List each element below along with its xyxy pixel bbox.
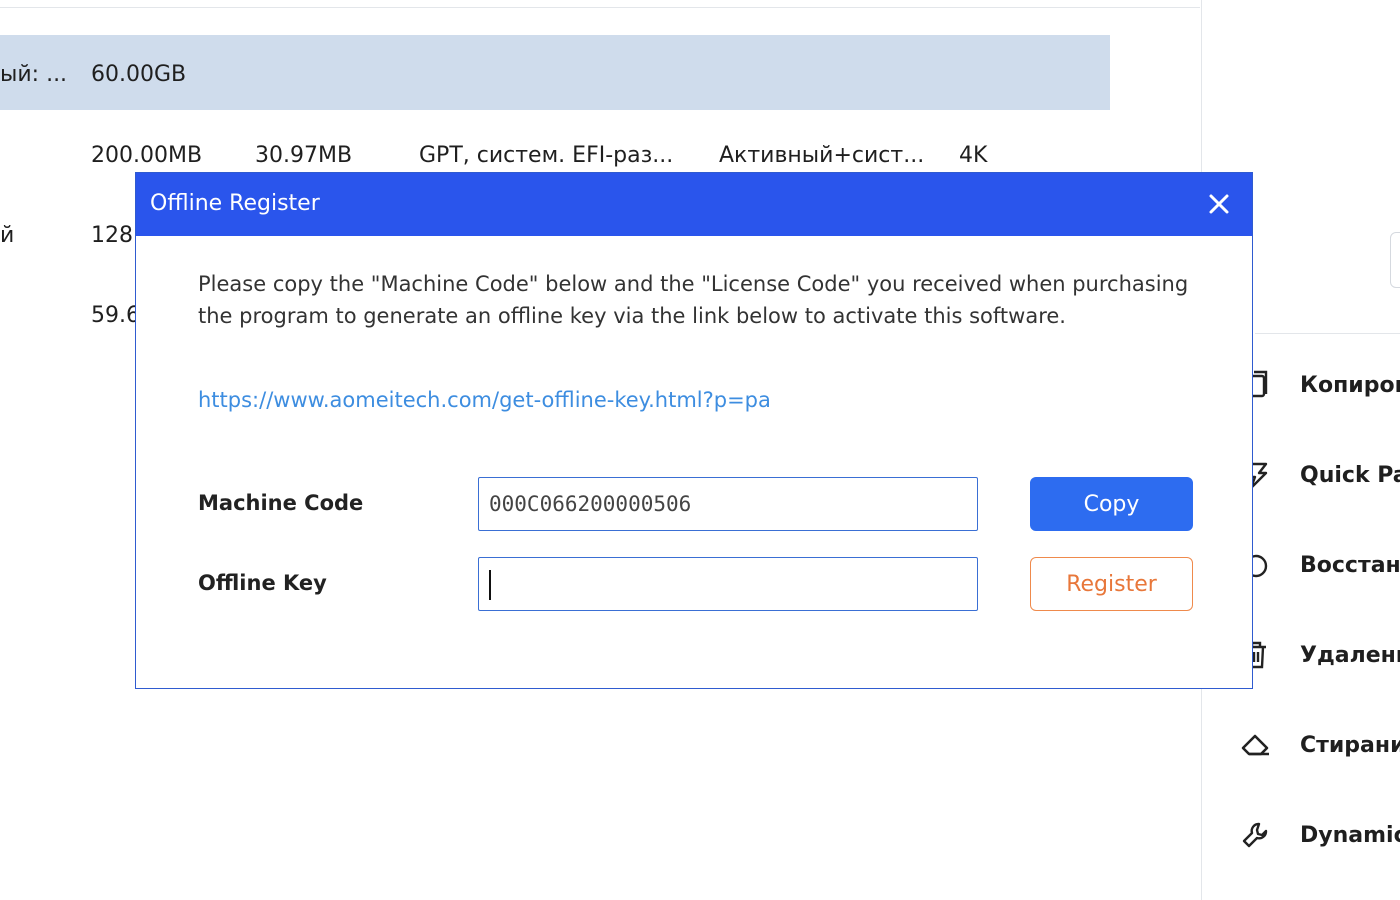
partial-button[interactable]	[1390, 232, 1400, 288]
sidebar-item-label: Quick Pa	[1300, 462, 1400, 488]
sidebar-item-label: Удалени	[1300, 642, 1400, 668]
row-used: 30.97MB	[255, 143, 353, 168]
machine-code-label: Machine Code	[198, 491, 364, 515]
sidebar-item-delete[interactable]: Удалени	[1236, 635, 1400, 675]
close-icon	[1209, 194, 1229, 214]
sidebar-divider	[1255, 333, 1400, 334]
row-status: Активный+сист...	[719, 143, 925, 168]
row-name: й	[0, 223, 15, 248]
offline-key-input[interactable]	[478, 557, 978, 611]
row-name: ый: ...	[0, 62, 68, 87]
sidebar-item-label: Копиров	[1300, 372, 1400, 398]
row-size: 200.00MB	[91, 143, 203, 168]
table-row[interactable]: ый: ... 60.00GB	[0, 35, 1110, 110]
sidebar-item-copy[interactable]: Копиров	[1236, 365, 1400, 405]
offline-key-label: Offline Key	[198, 571, 327, 595]
row-alignment: 4K	[959, 143, 988, 168]
sidebar-item-wipe[interactable]: Стирани	[1236, 725, 1400, 765]
dialog-title: Offline Register	[150, 191, 320, 216]
row-size: 128.	[91, 223, 140, 248]
machine-code-field[interactable]: 000C066200000506	[478, 477, 978, 531]
sidebar-item-recover[interactable]: Восстан	[1236, 545, 1400, 585]
sidebar-item-label: Восстан	[1300, 552, 1400, 578]
row-filesystem: GPT, систем. EFI-раз...	[419, 143, 674, 168]
sidebar-item-dynamic[interactable]: Dynamic	[1236, 815, 1400, 855]
copy-button[interactable]: Copy	[1030, 477, 1193, 531]
close-button[interactable]	[1202, 187, 1236, 221]
sidebar-item-label: Стирани	[1300, 732, 1400, 758]
text-caret	[489, 570, 491, 600]
offline-key-link[interactable]: https://www.aomeitech.com/get-offline-ke…	[198, 388, 771, 412]
register-button[interactable]: Register	[1030, 557, 1193, 611]
top-divider	[0, 7, 1200, 8]
sidebar-item-quick-partition[interactable]: Quick Pa	[1236, 455, 1400, 495]
dialog-message: Please copy the "Machine Code" below and…	[198, 272, 1189, 328]
machine-code-value: 000C066200000506	[489, 492, 692, 516]
wrench-icon	[1236, 815, 1276, 855]
sidebar-item-label: Dynamic	[1300, 822, 1400, 848]
row-size: 60.00GB	[91, 62, 187, 87]
row-size: 59.6	[91, 303, 140, 328]
dialog-titlebar[interactable]: Offline Register	[136, 173, 1252, 236]
eraser-icon	[1236, 725, 1276, 765]
offline-register-dialog: Offline Register Please copy the "Machin…	[135, 172, 1253, 689]
